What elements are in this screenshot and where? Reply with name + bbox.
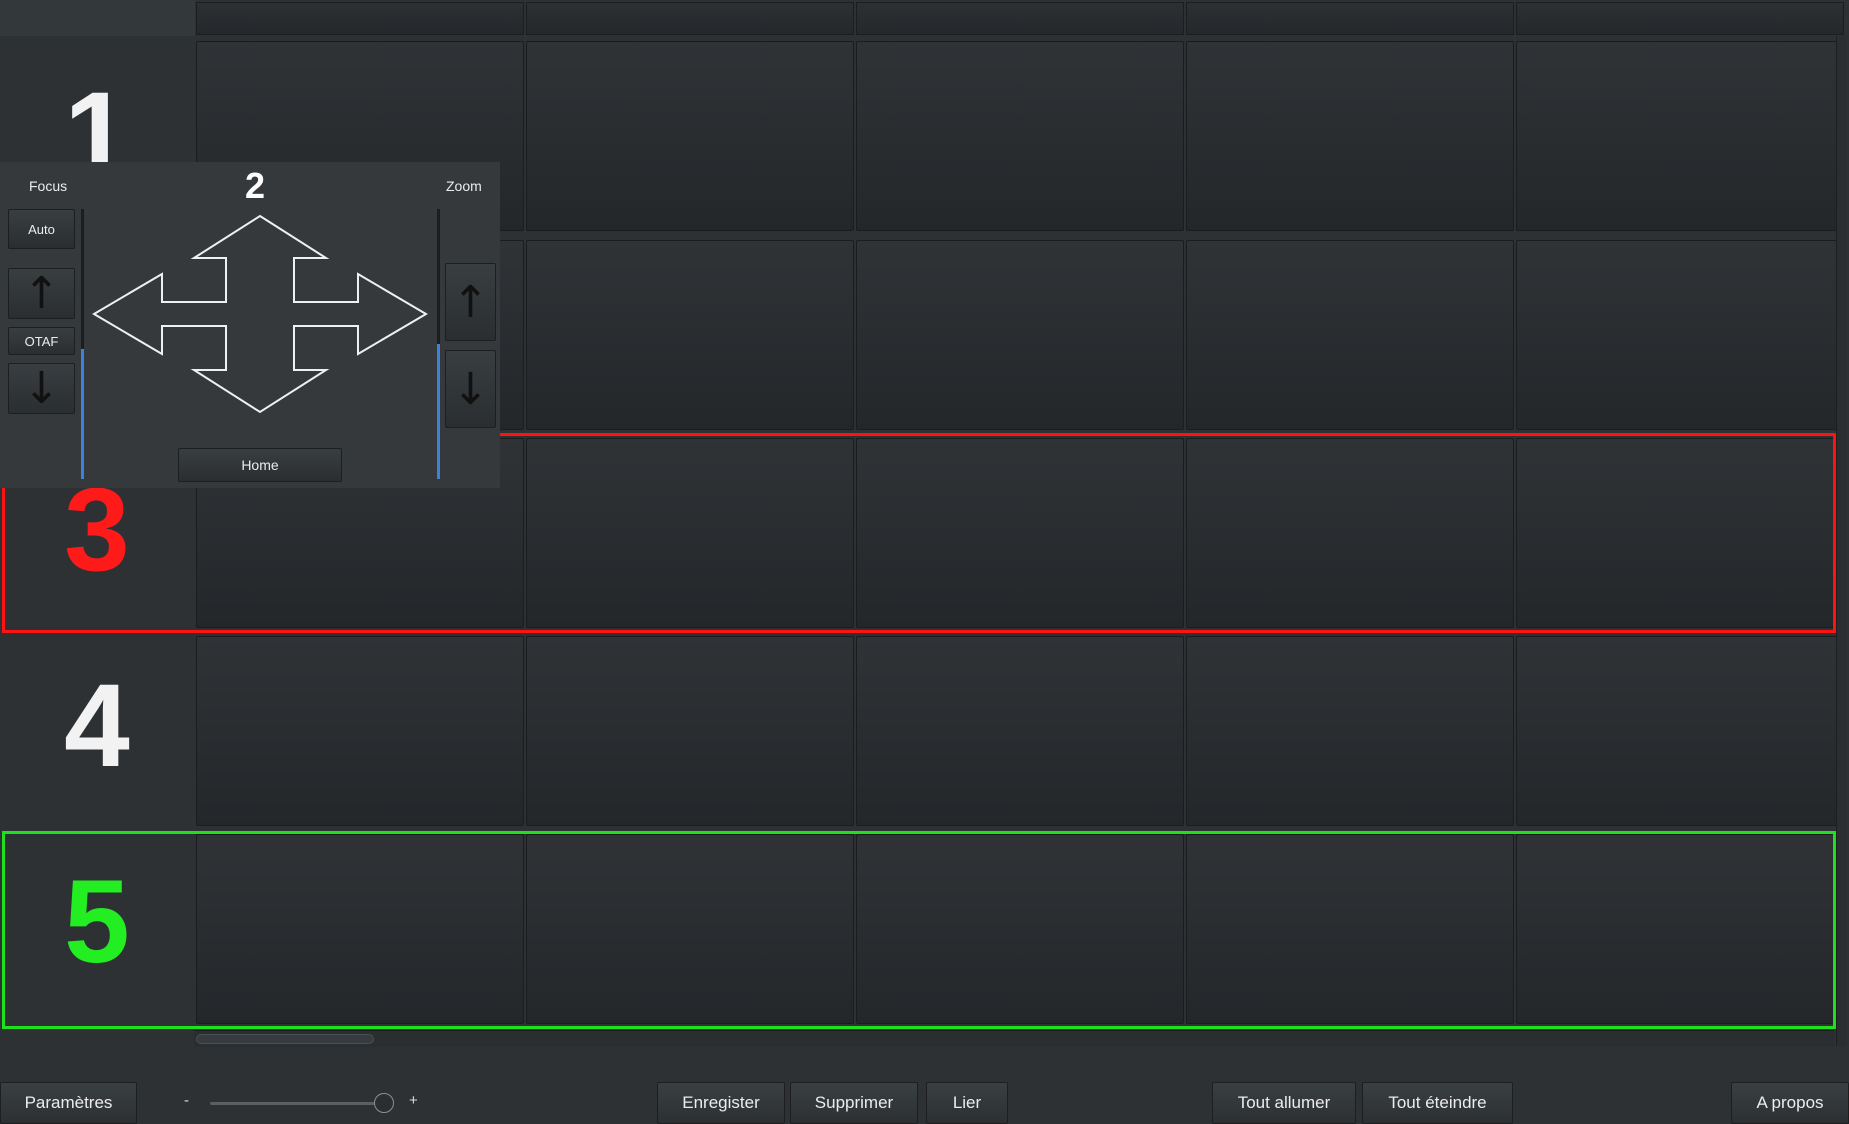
focus-auto-button[interactable]: Auto — [8, 209, 75, 249]
all-on-button[interactable]: Tout allumer — [1212, 1082, 1356, 1124]
column-header — [1186, 2, 1514, 35]
preset-cell[interactable] — [1516, 240, 1844, 430]
preset-cell[interactable] — [1186, 834, 1514, 1024]
grid-zoom-slider-handle[interactable] — [374, 1093, 394, 1113]
preset-cell[interactable] — [1186, 636, 1514, 826]
zoom-out-button[interactable]: ↓ — [445, 350, 496, 428]
all-off-button[interactable]: Tout éteindre — [1362, 1082, 1513, 1124]
vertical-scrollbar[interactable] — [1836, 36, 1847, 1046]
delete-button[interactable]: Supprimer — [790, 1082, 918, 1124]
preset-cell[interactable] — [526, 438, 854, 628]
focus-slider-fill — [81, 349, 84, 479]
zoom-label: Zoom — [446, 178, 482, 194]
row-label-4: 4 — [64, 660, 130, 792]
preset-cell[interactable] — [526, 834, 854, 1024]
zoom-slider[interactable] — [437, 209, 440, 479]
settings-button[interactable]: Paramètres — [0, 1082, 137, 1124]
preset-cell[interactable] — [1516, 438, 1844, 628]
preset-cell[interactable] — [1186, 240, 1514, 430]
preset-cell[interactable] — [526, 240, 854, 430]
preset-cell[interactable] — [856, 636, 1184, 826]
preset-cell[interactable] — [856, 438, 1184, 628]
zoom-plus-label: + — [409, 1092, 418, 1109]
focus-down-button[interactable]: ↓ — [8, 363, 75, 414]
preset-cell[interactable] — [1516, 636, 1844, 826]
home-button[interactable]: Home — [178, 448, 342, 482]
save-button[interactable]: Enregister — [657, 1082, 785, 1124]
preset-cell[interactable] — [196, 834, 524, 1024]
column-header — [196, 2, 524, 35]
preset-cell[interactable] — [526, 41, 854, 231]
preset-cell[interactable] — [1516, 41, 1844, 231]
link-button[interactable]: Lier — [926, 1082, 1008, 1124]
preset-cell[interactable] — [1516, 834, 1844, 1024]
camera-number: 2 — [245, 165, 266, 206]
preset-cell[interactable] — [856, 41, 1184, 231]
column-header — [1516, 2, 1844, 35]
column-header — [526, 2, 854, 35]
focus-up-button[interactable]: ↑ — [8, 268, 75, 319]
zoom-slider-fill — [437, 344, 440, 479]
focus-label: Focus — [29, 178, 68, 194]
horizontal-scrollbar-thumb[interactable] — [196, 1034, 374, 1044]
column-header — [856, 2, 1184, 35]
horizontal-scrollbar[interactable] — [194, 1030, 1834, 1047]
row-label-5: 5 — [64, 856, 130, 988]
preset-cell[interactable] — [856, 240, 1184, 430]
preset-cell[interactable] — [526, 636, 854, 826]
bottom-toolbar: Paramètres - + Enregister Supprimer Lier… — [0, 1080, 1849, 1124]
preset-cell[interactable] — [856, 834, 1184, 1024]
pan-tilt-arrows-shape — [92, 214, 428, 414]
focus-slider[interactable] — [81, 209, 84, 479]
grid-zoom-slider[interactable] — [210, 1102, 385, 1105]
zoom-in-button[interactable]: ↑ — [445, 263, 496, 341]
ptz-control-panel: Focus 2 Zoom Auto ↑ OTAF ↓ Home ↑ ↓ — [0, 162, 500, 488]
preset-cell[interactable] — [1186, 438, 1514, 628]
preset-cell[interactable] — [1186, 41, 1514, 231]
grid-corner — [0, 0, 195, 36]
about-button[interactable]: A propos — [1731, 1082, 1849, 1124]
focus-otaf-button[interactable]: OTAF — [8, 327, 75, 355]
zoom-minus-label: - — [184, 1092, 189, 1109]
preset-cell[interactable] — [196, 636, 524, 826]
pan-tilt-arrows-icon[interactable] — [92, 214, 430, 446]
